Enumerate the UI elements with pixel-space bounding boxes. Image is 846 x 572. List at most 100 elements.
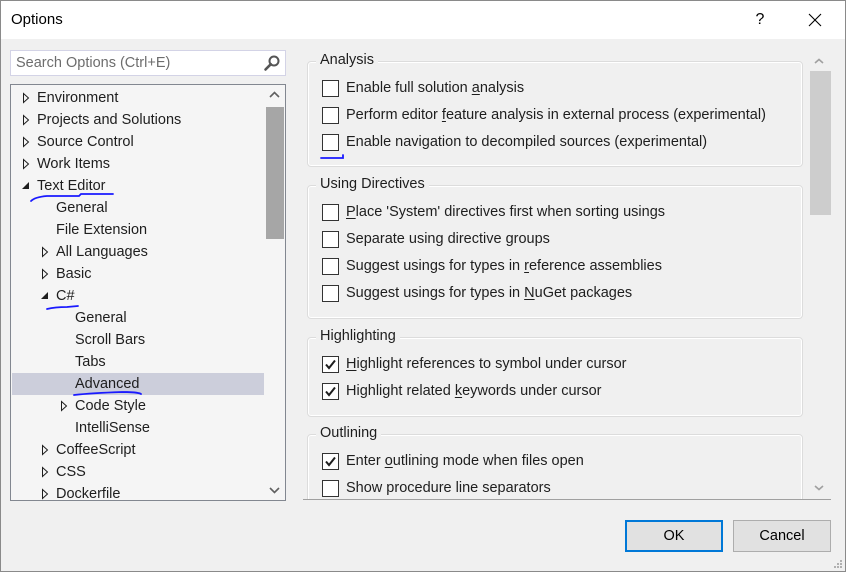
- expand-arrow-icon[interactable]: [21, 87, 33, 109]
- tree-item[interactable]: Code Style: [12, 395, 264, 417]
- tree-item[interactable]: Advanced: [12, 373, 264, 395]
- tree-item-label: CoffeeScript: [56, 442, 136, 458]
- option-label: Place 'System' directives first when sor…: [346, 204, 666, 220]
- close-icon: [808, 13, 822, 27]
- tree-item[interactable]: Text Editor: [12, 175, 264, 197]
- settings-scrollbar[interactable]: [807, 54, 831, 496]
- checkbox-unchecked[interactable]: [322, 134, 339, 151]
- cancel-button[interactable]: Cancel: [733, 520, 831, 552]
- tree-item-label: Tabs: [75, 354, 106, 370]
- expand-arrow-icon[interactable]: [40, 461, 52, 483]
- tree-item-label: Source Control: [37, 134, 134, 150]
- search-icon[interactable]: [263, 54, 281, 72]
- checkbox-unchecked[interactable]: [322, 231, 339, 248]
- settings-scroll-thumb[interactable]: [810, 71, 831, 215]
- tree-item[interactable]: IntelliSense: [12, 417, 264, 439]
- group-highlighting: Highlighting Highlight references to symb…: [307, 326, 803, 417]
- search-input[interactable]: [11, 51, 256, 75]
- options-dialog: Options ? Environment Projects and Soluti…: [0, 0, 846, 572]
- settings-scroll-up-button[interactable]: [807, 54, 831, 70]
- tree-item-label: CSS: [56, 464, 86, 480]
- tree-item[interactable]: General: [12, 197, 264, 219]
- tree-item-label: Projects and Solutions: [37, 112, 182, 128]
- checkbox-unchecked[interactable]: [322, 107, 339, 124]
- tree-item[interactable]: Basic: [12, 263, 264, 285]
- tree-item[interactable]: CoffeeScript: [12, 439, 264, 461]
- expand-arrow-icon[interactable]: [40, 263, 52, 285]
- close-button[interactable]: [797, 5, 833, 35]
- options-tree[interactable]: Environment Projects and Solutions Source …: [10, 84, 286, 501]
- tree-item-label: Text Editor: [37, 178, 106, 194]
- settings-scroll-down-button[interactable]: [807, 480, 831, 496]
- option-label: Suggest usings for types in NuGet packag…: [346, 285, 633, 301]
- tree-item-label: C#: [56, 288, 75, 304]
- group-analysis: Analysis Enable full solution analysis Per…: [307, 50, 803, 167]
- expand-arrow-icon[interactable]: [21, 153, 33, 175]
- tree-item[interactable]: File Extension: [12, 219, 264, 241]
- settings-pane: Analysis Enable full solution analysis Per…: [303, 48, 833, 499]
- expand-arrow-icon[interactable]: [21, 109, 33, 131]
- checkmark-icon: [325, 359, 336, 370]
- option-label: Show procedure line separators: [346, 480, 551, 496]
- tree-item[interactable]: Source Control: [12, 131, 264, 153]
- expand-arrow-icon[interactable]: [40, 439, 52, 461]
- access-key: k: [454, 383, 463, 399]
- checkmark-icon: [325, 386, 336, 397]
- divider: [303, 499, 831, 500]
- tree-item-label: File Extension: [56, 222, 148, 238]
- tree-item-label: IntelliSense: [75, 420, 150, 436]
- expand-arrow-icon[interactable]: [59, 395, 71, 417]
- checkmark-icon: [325, 456, 336, 467]
- tree-item-label: General: [56, 200, 108, 216]
- group-title: Using Directives: [316, 174, 429, 194]
- search-box[interactable]: [10, 50, 286, 76]
- tree-scroll-thumb[interactable]: [266, 107, 284, 239]
- tree-item[interactable]: Dockerfile: [12, 483, 264, 501]
- tree-item[interactable]: CSS: [12, 461, 264, 483]
- checkbox-unchecked[interactable]: [322, 80, 339, 97]
- collapse-arrow-icon[interactable]: [21, 175, 33, 197]
- tree-item-label: Dockerfile: [56, 486, 121, 501]
- checkbox-unchecked[interactable]: [322, 285, 339, 302]
- group-title: Analysis: [316, 50, 378, 70]
- checkbox-checked[interactable]: [322, 453, 339, 470]
- resize-grip-icon[interactable]: [833, 559, 843, 569]
- window-title: Options: [11, 11, 63, 28]
- expand-arrow-icon[interactable]: [40, 241, 52, 263]
- group-title: Highlighting: [316, 326, 400, 346]
- tree-scrollbar[interactable]: [264, 85, 285, 500]
- checkbox-checked[interactable]: [322, 383, 339, 400]
- tree-item[interactable]: Projects and Solutions: [12, 109, 264, 131]
- help-button[interactable]: ?: [749, 7, 771, 33]
- option-label: Perform editor feature analysis in exter…: [346, 107, 766, 123]
- tree-item-label: Advanced: [75, 376, 140, 392]
- checkbox-checked[interactable]: [322, 356, 339, 373]
- option-label: Enable navigation to decompiled sources …: [346, 134, 708, 150]
- checkbox-unchecked[interactable]: [322, 204, 339, 221]
- access-key: H: [346, 356, 357, 372]
- tree-item[interactable]: Work Items: [12, 153, 264, 175]
- group-outlining: Outlining Enter outlining mode when files…: [307, 423, 803, 499]
- tree-item[interactable]: Tabs: [12, 351, 264, 373]
- access-key: N: [524, 285, 535, 301]
- checkbox-unchecked[interactable]: [322, 258, 339, 275]
- tree-item[interactable]: All Languages: [12, 241, 264, 263]
- tree-item-label: Scroll Bars: [75, 332, 146, 348]
- tree-scroll-down-button[interactable]: [264, 480, 285, 500]
- expand-arrow-icon[interactable]: [21, 131, 33, 153]
- expand-arrow-icon[interactable]: [40, 483, 52, 501]
- option-label: Enable full solution analysis: [346, 80, 525, 96]
- checkbox-unchecked[interactable]: [322, 480, 339, 497]
- tree-item-label: All Languages: [56, 244, 148, 260]
- chevron-up-icon: [269, 91, 280, 98]
- tree-scroll-up-button[interactable]: [264, 85, 285, 105]
- tree-item[interactable]: Environment: [12, 87, 264, 109]
- collapse-arrow-icon[interactable]: [40, 285, 52, 307]
- tree-item[interactable]: Scroll Bars: [12, 329, 264, 351]
- title-bar: Options ?: [1, 1, 845, 39]
- tree-item[interactable]: C#: [12, 285, 264, 307]
- tree-item-label: Work Items: [37, 156, 111, 172]
- tree-item-label: General: [75, 310, 127, 326]
- ok-button[interactable]: OK: [625, 520, 723, 552]
- tree-item[interactable]: General: [12, 307, 264, 329]
